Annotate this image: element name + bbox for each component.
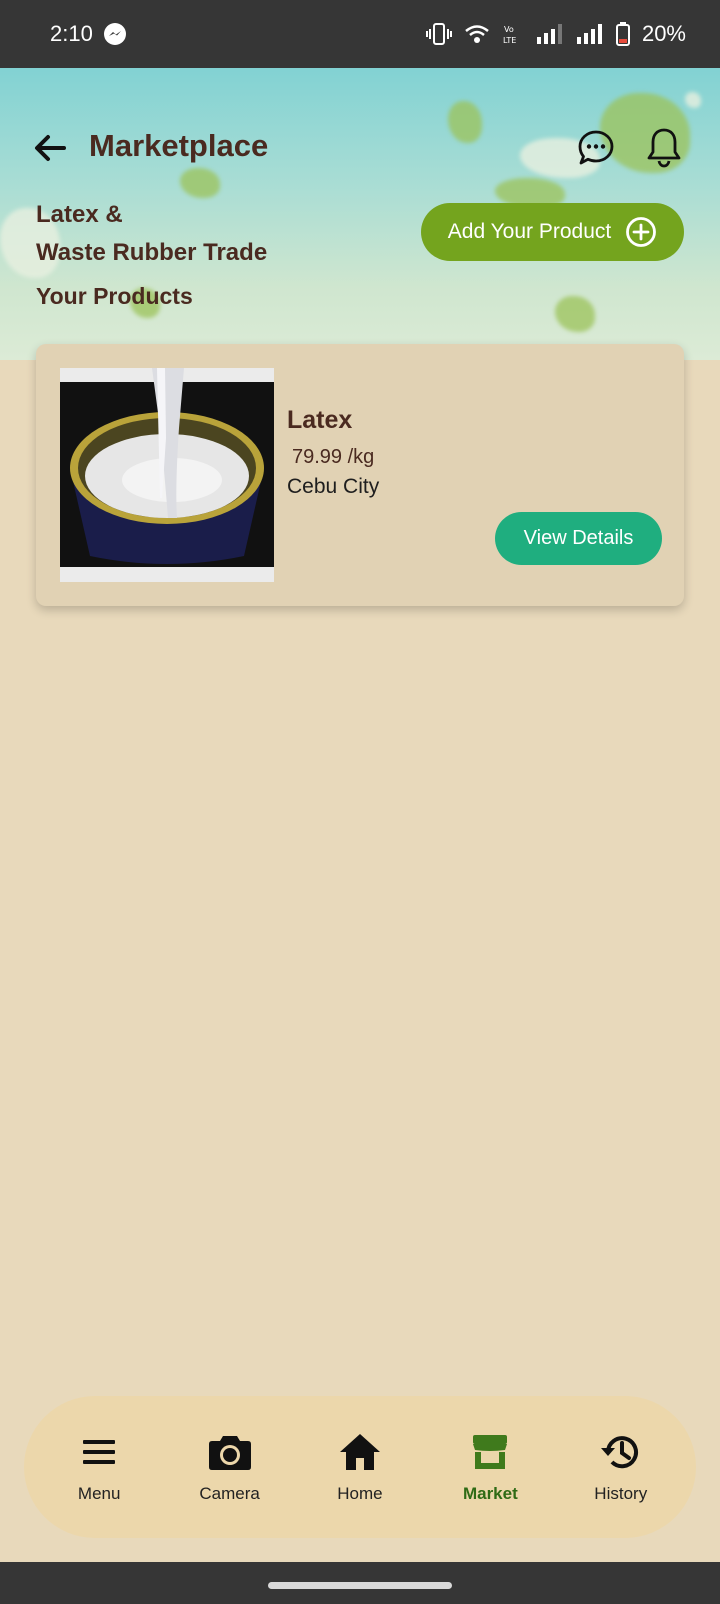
notifications-button[interactable] (644, 126, 684, 168)
bell-icon (647, 128, 681, 168)
messenger-icon (103, 23, 126, 45)
svg-text:LTE: LTE (503, 36, 516, 45)
home-gesture-handle[interactable] (268, 1582, 452, 1589)
battery-icon (615, 22, 630, 46)
nav-item-history[interactable]: History (561, 1430, 681, 1504)
battery-percent: 20% (641, 21, 686, 46)
market-icon (468, 1430, 512, 1474)
signal-icon (536, 24, 562, 44)
status-bar: 2:10 Vo LTE 20% (0, 0, 720, 68)
wifi-icon (465, 25, 489, 43)
product-price: 79.99 /kg (292, 446, 375, 468)
product-card: Latex 79.99 /kg Cebu City View Details (36, 344, 684, 606)
product-name: Latex (287, 406, 353, 434)
nav-label-home: Home (337, 1484, 383, 1503)
nav-item-camera[interactable]: Camera (170, 1430, 290, 1504)
nav-label-market: Market (462, 1484, 518, 1503)
subtitle-line-2: Waste Rubber Trade (36, 239, 268, 266)
nav-item-menu[interactable]: Menu (39, 1430, 159, 1504)
marketplace-header: Marketplace Latex & Waste Rubber Trade Y… (0, 68, 720, 360)
add-product-button[interactable]: Add Your Product (421, 203, 684, 261)
nav-item-market[interactable]: Market (430, 1430, 550, 1504)
svg-text:Vo: Vo (504, 25, 514, 34)
camera-icon (208, 1430, 252, 1474)
add-product-label: Add Your Product (447, 220, 612, 243)
product-image (60, 368, 274, 582)
home-icon (338, 1430, 382, 1474)
nav-item-home[interactable]: Home (300, 1430, 420, 1504)
page-subtitle: Latex & Waste Rubber Trade (36, 196, 267, 272)
history-icon (599, 1430, 643, 1474)
chat-bubble-icon (578, 130, 614, 165)
subtitle-line-1: Latex & (36, 201, 123, 228)
nav-label-menu: Menu (77, 1484, 121, 1503)
section-title: Your Products (36, 283, 193, 309)
product-location: Cebu City (287, 475, 380, 498)
arrow-left-icon (35, 135, 66, 161)
vibrate-icon (425, 23, 452, 45)
nav-label-history: History (594, 1484, 648, 1503)
status-time: 2:10 (50, 21, 93, 46)
view-details-button[interactable]: View Details (495, 512, 662, 565)
nav-label-camera: Camera (199, 1484, 260, 1503)
signal-icon (576, 24, 602, 44)
menu-icon (77, 1430, 121, 1474)
gesture-bar (0, 1562, 720, 1604)
page-title: Marketplace (89, 128, 269, 163)
chat-button[interactable] (576, 128, 616, 168)
plus-circle-icon (626, 217, 657, 247)
volte-icon: Vo LTE (503, 25, 516, 45)
back-button[interactable] (30, 128, 70, 168)
bottom-navigation: Menu Camera Home Market History (24, 1396, 696, 1538)
